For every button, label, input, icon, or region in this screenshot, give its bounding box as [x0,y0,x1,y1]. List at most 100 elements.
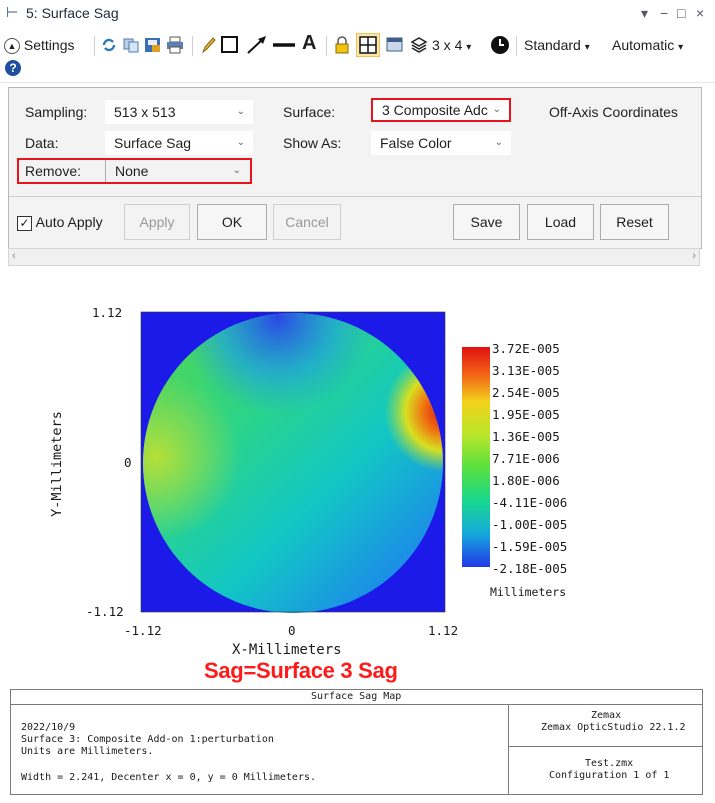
copy-icon[interactable] [122,36,140,54]
title-bar: ⊢ 5: Surface Sag ▾ − □ × [0,0,715,28]
info-product: Zemax OpticStudio 22.1.2 [541,722,686,733]
x-axis-label: X-Millimeters [232,642,342,658]
annotation-text: Sag=Surface 3 Sag [204,658,398,683]
auto-apply-checkbox[interactable]: ✓ Auto Apply [17,214,103,232]
text-icon[interactable]: A [302,32,316,55]
info-box: Surface Sag Map 2022/10/9 Surface 3: Com… [10,689,703,795]
surface-label: Surface: [283,104,336,120]
auto-apply-label: Auto Apply [35,214,103,230]
chevron-down-icon: ▾ [466,42,472,53]
layers-icon[interactable] [410,36,428,54]
settings-label: Settings [23,37,75,53]
window-title: 5: Surface Sag [26,5,119,21]
show-as-select[interactable]: False Color ⌄ [371,131,511,155]
settings-panel: Sampling: 513 x 513 ⌄ Surface: 3 Composit… [8,87,702,249]
info-header: Surface Sag Map [311,691,402,702]
remove-value: None [115,163,149,179]
collapse-icon: ▲ [4,38,20,55]
colorbar-label: 1.95E-005 [492,407,560,422]
save-image-icon[interactable] [144,36,162,54]
refresh-icon[interactable] [100,36,118,54]
show-as-value: False Color [380,135,452,151]
reset-button[interactable]: Reset [600,204,669,240]
pin-icon[interactable]: ⊢ [6,4,18,21]
save-button[interactable]: Save [453,204,520,240]
surface-select[interactable]: 3 Composite Adc ⌄ [371,98,511,122]
sampling-value: 513 x 513 [114,104,176,120]
automatic-dropdown[interactable]: Automatic ▾ [612,34,683,56]
help-icon[interactable]: ? [4,59,22,77]
horizontal-scrollbar[interactable]: ‹ › [8,248,700,266]
apply-button[interactable]: Apply [124,204,190,240]
info-line: Units are Millimeters. [21,746,154,757]
colorbar-label: 3.13E-005 [492,363,560,378]
minimize-button[interactable]: − [660,5,668,21]
scroll-left-icon[interactable]: ‹ [12,250,16,262]
surface-value: 3 Composite Adc [382,102,488,118]
cancel-button[interactable]: Cancel [273,204,341,240]
maximize-button[interactable]: □ [677,5,685,21]
standard-label: Standard [524,37,581,53]
clock-icon[interactable] [490,35,510,55]
layout-icon[interactable] [356,33,380,57]
y-tick-label: 1.12 [92,305,123,320]
pencil-icon[interactable] [200,36,216,54]
colorbar-label: 1.80E-006 [492,473,560,488]
chevron-down-icon: ▾ [678,42,684,53]
colorbar-label: -1.59E-005 [492,539,568,554]
lock-icon[interactable] [334,35,350,55]
svg-text:?: ? [9,61,16,75]
line-icon[interactable] [272,35,296,55]
off-axis-coordinates-label[interactable]: Off-Axis Coordinates [549,104,678,120]
info-line: Width = 2.241, Decenter x = 0, y = 0 Mil… [21,772,317,783]
colorbar-label: 1.36E-005 [492,429,560,444]
toolbar: ▲ Settings A 3 x 4 ▾ Standard ▾ Automati… [0,28,715,83]
colorbar [462,347,490,567]
show-as-label: Show As: [283,135,342,151]
colorbar-labels: 3.72E-005 3.13E-005 2.54E-005 1.95E-005 … [492,341,567,583]
settings-button[interactable]: ▲ Settings [4,34,74,56]
chevron-down-icon: ⌄ [232,165,241,176]
x-tick-label: -1.12 [124,623,162,638]
data-value: Surface Sag [114,135,192,151]
x-tick-label: 0 [288,623,296,638]
load-button[interactable]: Load [527,204,594,240]
close-button[interactable]: × [696,5,704,21]
y-tick-label: -1.12 [86,604,124,619]
automatic-label: Automatic [612,37,675,53]
chevron-down-icon: ⌄ [236,106,245,117]
chevron-down-icon: ⌄ [492,104,501,115]
x-tick-label: 1.12 [428,623,459,638]
colorbar-label: 7.71E-006 [492,451,560,466]
colorbar-label: 2.54E-005 [492,385,560,400]
window-menu-button[interactable]: ▾ [641,5,648,22]
data-select[interactable]: Surface Sag ⌄ [105,131,253,155]
remove-select[interactable]: None ⌄ [105,160,249,182]
chevron-down-icon: ▾ [584,42,590,53]
y-tick-label: 0 [124,455,132,470]
colorbar-label: 3.72E-005 [492,341,560,356]
sag-disk [143,313,443,613]
grid-size-dropdown[interactable]: 3 x 4 ▾ [432,34,471,56]
window-icon[interactable] [386,36,404,54]
sampling-label: Sampling: [25,104,88,120]
print-icon[interactable] [166,36,184,54]
ok-button[interactable]: OK [197,204,267,240]
colorbar-label: -2.18E-005 [492,561,568,576]
colorbar-unit: Millimeters [490,585,567,599]
info-vendor: Zemax [591,710,622,721]
info-file: Test.zmx [585,758,634,769]
rectangle-icon[interactable] [220,35,240,55]
sampling-select[interactable]: 513 x 513 ⌄ [105,100,253,124]
info-config: Configuration 1 of 1 [549,770,670,781]
checkbox-checked-icon: ✓ [17,216,32,232]
arrow-icon[interactable] [246,35,268,55]
standard-dropdown[interactable]: Standard ▾ [524,34,590,56]
y-axis-label: Y-Millimeters [49,411,65,517]
scroll-right-icon[interactable]: › [692,250,696,262]
sag-map-plot [140,311,490,613]
colorbar-label: -4.11E-006 [492,495,568,510]
divider [9,196,701,197]
data-label: Data: [25,135,59,151]
remove-label: Remove: [25,163,82,179]
